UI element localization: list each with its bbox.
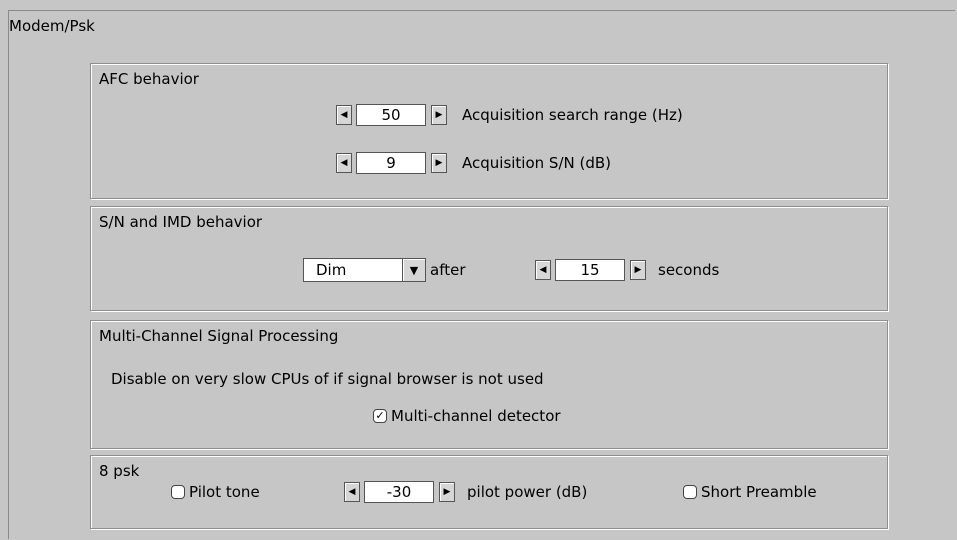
- afc-group-title: AFC behavior: [99, 70, 199, 88]
- seconds-input[interactable]: 15: [555, 259, 625, 281]
- sn-input[interactable]: 9: [356, 152, 426, 174]
- afc-behavior-group: AFC behavior ◀ 50 ▶ Acquisition search r…: [90, 63, 888, 199]
- pilot-tone-checkbox[interactable]: [171, 485, 185, 499]
- search-range-input[interactable]: 50: [356, 104, 426, 126]
- sn-imd-group: S/N and IMD behavior Dim ▼ after ◀ 15 ▶ …: [90, 206, 888, 311]
- multichannel-note: Disable on very slow CPUs of if signal b…: [111, 370, 544, 388]
- sn-spinner[interactable]: ◀ 9 ▶: [336, 151, 456, 175]
- psk8-group-title: 8 psk: [99, 462, 140, 480]
- multichannel-detector-label[interactable]: Multi-channel detector: [391, 404, 561, 428]
- decrement-arrow-icon[interactable]: ◀: [344, 482, 360, 502]
- short-preamble-checkbox[interactable]: [683, 485, 697, 499]
- short-preamble-label[interactable]: Short Preamble: [701, 480, 817, 504]
- multichannel-detector-checkbox[interactable]: ✓: [373, 409, 387, 423]
- after-label: after: [430, 261, 466, 279]
- pilot-power-spinner[interactable]: ◀ -30 ▶: [344, 480, 464, 504]
- decrement-arrow-icon[interactable]: ◀: [336, 105, 352, 125]
- pilot-tone-label[interactable]: Pilot tone: [189, 480, 260, 504]
- increment-arrow-icon[interactable]: ▶: [439, 482, 455, 502]
- multichannel-group-title: Multi-Channel Signal Processing: [99, 327, 339, 345]
- pilot-power-input[interactable]: -30: [364, 481, 434, 503]
- sn-imd-group-title: S/N and IMD behavior: [99, 213, 263, 231]
- display-mode-select[interactable]: Dim: [303, 258, 403, 282]
- psk8-group: 8 psk Pilot tone ◀ -30 ▶ pilot power (dB…: [90, 455, 888, 529]
- chevron-down-icon[interactable]: ▼: [402, 258, 426, 282]
- increment-arrow-icon[interactable]: ▶: [431, 105, 447, 125]
- search-range-spinner[interactable]: ◀ 50 ▶: [336, 103, 456, 127]
- panel-title: Modem/Psk: [9, 17, 95, 35]
- search-range-label: Acquisition search range (Hz): [462, 106, 683, 124]
- seconds-spinner[interactable]: ◀ 15 ▶: [535, 258, 655, 282]
- multichannel-group: Multi-Channel Signal Processing Disable …: [90, 320, 888, 449]
- sn-label: Acquisition S/N (dB): [462, 154, 612, 172]
- decrement-arrow-icon[interactable]: ◀: [336, 153, 352, 173]
- pilot-power-label: pilot power (dB): [467, 483, 588, 501]
- seconds-label: seconds: [658, 261, 720, 279]
- check-icon: ✓: [375, 409, 385, 422]
- increment-arrow-icon[interactable]: ▶: [431, 153, 447, 173]
- increment-arrow-icon[interactable]: ▶: [630, 260, 646, 280]
- decrement-arrow-icon[interactable]: ◀: [535, 260, 551, 280]
